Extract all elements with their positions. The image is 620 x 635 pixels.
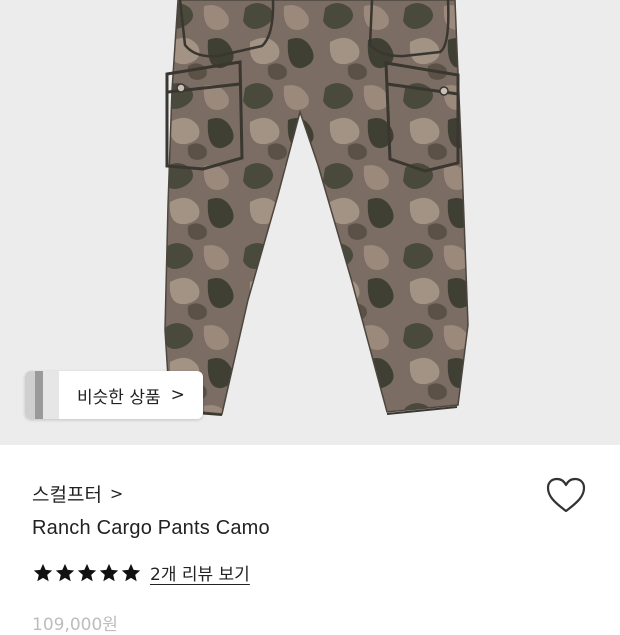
similar-products-button[interactable]: 비슷한 상품 > bbox=[25, 371, 203, 419]
star-icon bbox=[55, 563, 75, 581]
review-link[interactable]: 2개 리뷰 보기 bbox=[150, 560, 250, 585]
star-icon bbox=[33, 563, 53, 581]
heart-icon[interactable] bbox=[546, 477, 586, 515]
star-icon bbox=[121, 563, 141, 581]
rating-stars bbox=[32, 562, 142, 584]
star-icon bbox=[99, 563, 119, 581]
chevron-right-icon: > bbox=[109, 484, 124, 503]
similar-product-thumbnail bbox=[25, 371, 59, 419]
brand-link[interactable]: 스컬프터 > bbox=[32, 480, 123, 507]
brand-name: 스컬프터 bbox=[32, 484, 102, 506]
star-icon bbox=[77, 563, 97, 581]
product-image-area[interactable]: 비슷한 상품 > bbox=[0, 0, 620, 445]
product-title: Ranch Cargo Pants Camo bbox=[32, 517, 270, 539]
rating-row: 2개 리뷰 보기 bbox=[32, 560, 250, 585]
similar-products-label: 비슷한 상품 bbox=[77, 387, 161, 408]
chevron-right-icon: > bbox=[170, 385, 185, 405]
product-price: 109,000원 bbox=[32, 615, 118, 635]
